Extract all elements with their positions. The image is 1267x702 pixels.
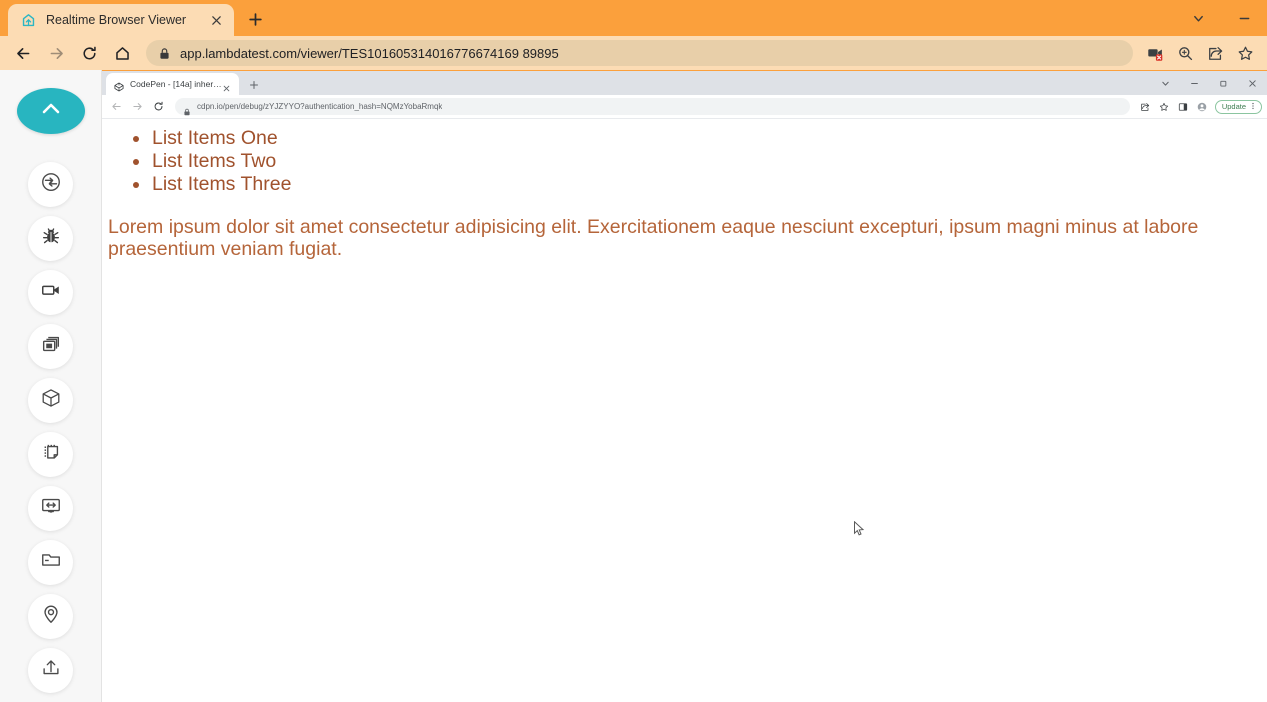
reload-icon[interactable] (74, 38, 104, 68)
bookmark-star-icon[interactable] (1156, 98, 1173, 115)
outer-tab-title: Realtime Browser Viewer (46, 13, 187, 27)
screenshots-icon (40, 333, 62, 360)
tab-search-chevron-icon[interactable] (1175, 0, 1221, 36)
kebab-menu-icon[interactable] (1246, 102, 1257, 112)
realtime-browser-viewer-window: Realtime Browser Viewer app.lambdatest.c… (0, 0, 1267, 702)
profile-avatar-icon[interactable] (1194, 98, 1211, 115)
bug-icon (40, 225, 62, 252)
outer-tabstrip: Realtime Browser Viewer (0, 0, 270, 36)
sidebar-item-responsive[interactable] (28, 486, 73, 531)
home-icon[interactable] (107, 38, 137, 68)
sidebar-collapse-button[interactable] (16, 88, 85, 134)
responsive-monitor-icon (40, 495, 62, 522)
sidebar-item-video-record[interactable] (28, 270, 73, 315)
list-item: List Items Two (130, 150, 1267, 173)
new-tab-button[interactable] (245, 76, 263, 94)
outer-browser-toolbar: app.lambdatest.com/viewer/TES10160531401… (0, 36, 1267, 70)
page-paragraph: Lorem ipsum dolor sit amet consectetur a… (108, 215, 1199, 261)
new-tab-button[interactable] (240, 4, 270, 34)
sidebar-item-geolocation[interactable] (28, 594, 73, 639)
viewer-sidebar (0, 70, 101, 702)
viewer-body: CodePen - [14a] inheritance (0, 70, 1267, 702)
outer-browser-titlebar: Realtime Browser Viewer (0, 0, 1267, 36)
switch-session-icon (40, 171, 62, 198)
list-item: List Items Three (130, 173, 1267, 196)
lambdatest-logo-icon (20, 12, 37, 29)
camera-blocked-icon[interactable] (1141, 39, 1169, 67)
address-bar[interactable]: app.lambdatest.com/viewer/TES10160531401… (146, 40, 1133, 66)
sidebar-item-switch-session[interactable] (28, 162, 73, 207)
folder-icon (40, 549, 62, 576)
close-icon[interactable] (206, 10, 226, 30)
chevron-up-icon (38, 96, 64, 127)
close-icon[interactable] (223, 79, 234, 91)
update-button-label: Update (1221, 102, 1246, 111)
sidebar-item-bug[interactable] (28, 216, 73, 261)
inner-address-bar-url: cdpn.io/pen/debug/zYJZYYO?authentication… (197, 102, 443, 111)
outer-window-controls (1175, 0, 1267, 36)
sidebar-item-cube[interactable] (28, 378, 73, 423)
rendered-page: List Items One List Items Two List Items… (102, 119, 1267, 702)
sidebar-item-notes[interactable] (28, 432, 73, 477)
update-button[interactable]: Update (1214, 99, 1262, 114)
bookmark-star-icon[interactable] (1231, 39, 1259, 67)
inner-browser-tab[interactable]: CodePen - [14a] inheritance (106, 73, 239, 95)
lock-icon (183, 103, 191, 115)
list-item: List Items One (130, 127, 1267, 150)
outer-browser-tab[interactable]: Realtime Browser Viewer (8, 4, 234, 36)
share-icon[interactable] (1137, 98, 1154, 115)
minimize-icon[interactable] (1221, 0, 1267, 36)
inner-browser-toolbar: cdpn.io/pen/debug/zYJZYYO?authentication… (102, 95, 1267, 119)
address-bar-url: app.lambdatest.com/viewer/TES10160531401… (180, 45, 559, 61)
sidebar-item-upload[interactable] (28, 648, 73, 693)
inner-tab-title: CodePen - [14a] inheritance (130, 79, 223, 89)
close-icon[interactable] (1238, 71, 1267, 96)
chevron-down-icon[interactable] (1151, 71, 1180, 96)
forward-arrow-icon[interactable] (128, 97, 147, 116)
sidebar-item-folder[interactable] (28, 540, 73, 585)
lock-icon (158, 47, 171, 60)
inner-tabstrip: CodePen - [14a] inheritance (102, 70, 1267, 95)
forward-arrow-icon[interactable] (41, 38, 71, 68)
upload-icon (40, 657, 62, 684)
share-icon[interactable] (1201, 39, 1229, 67)
mouse-cursor (853, 520, 867, 537)
inner-address-bar[interactable]: cdpn.io/pen/debug/zYJZYYO?authentication… (175, 98, 1130, 115)
zoom-icon[interactable] (1171, 39, 1199, 67)
reload-icon[interactable] (149, 97, 168, 116)
back-arrow-icon[interactable] (107, 97, 126, 116)
inner-window-controls (1151, 71, 1267, 96)
notes-icon (40, 441, 62, 468)
maximize-icon[interactable] (1209, 71, 1238, 96)
back-arrow-icon[interactable] (8, 38, 38, 68)
side-panel-icon[interactable] (1175, 98, 1192, 115)
codepen-icon (114, 79, 124, 92)
page-list: List Items One List Items Two List Items… (130, 127, 1267, 196)
remote-browser-window: CodePen - [14a] inheritance (101, 70, 1267, 702)
cube-icon (40, 387, 62, 414)
video-record-icon (40, 279, 62, 306)
minimize-icon[interactable] (1180, 71, 1209, 96)
sidebar-item-screenshots[interactable] (28, 324, 73, 369)
geolocation-pin-icon (40, 603, 62, 630)
